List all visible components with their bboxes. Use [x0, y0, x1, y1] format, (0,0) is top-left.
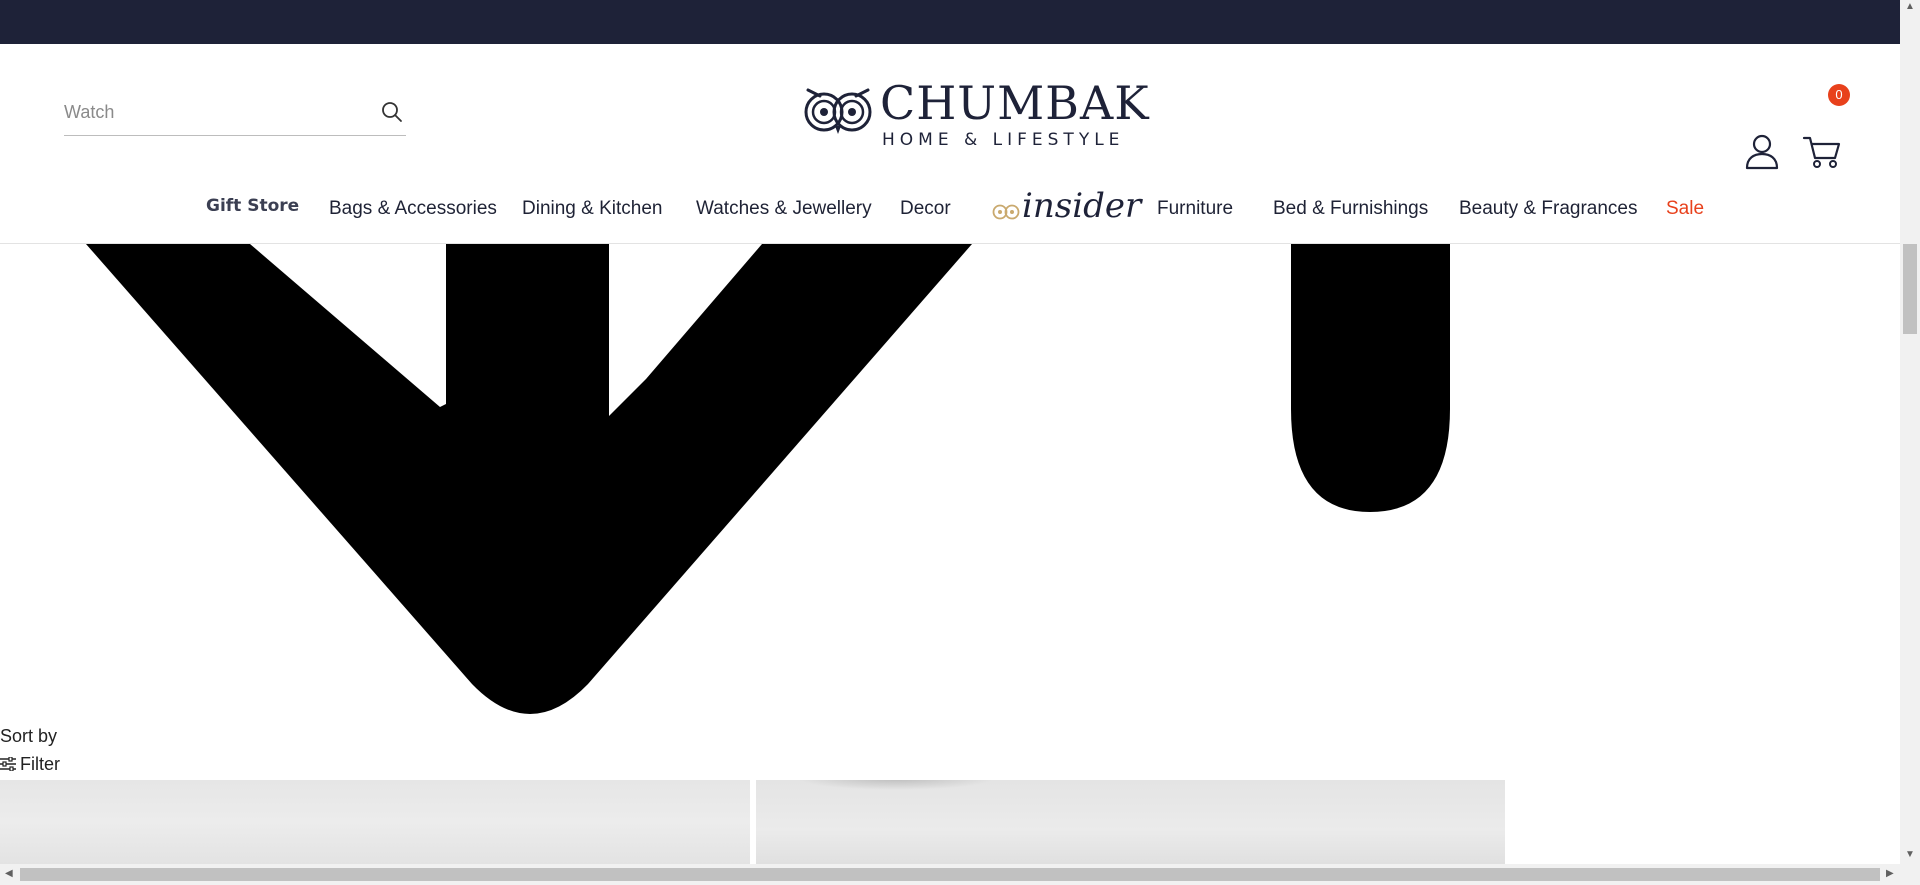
sort-by-button[interactable]: Sort by	[0, 726, 57, 747]
hero-banner	[0, 244, 1900, 714]
filter-button[interactable]: Filter	[0, 754, 60, 775]
main-navigation: Gift Store Bags & Accessories Dining & K…	[0, 180, 1900, 240]
nav-item-gift-store[interactable]: Gift Store	[206, 196, 299, 216]
logo-name: CHUMBAK	[880, 76, 1150, 130]
filter-label: Filter	[20, 754, 60, 774]
top-announcement-bar	[0, 0, 1900, 44]
owl-insider-icon	[992, 204, 1020, 220]
nav-item-watches-jewellery[interactable]: Watches & Jewellery	[696, 198, 872, 220]
scroll-down-icon[interactable]: ▼	[1905, 850, 1915, 860]
cart-count-badge: 0	[1828, 84, 1850, 106]
nav-item-furniture[interactable]: Furniture	[1157, 198, 1233, 220]
product-card[interactable]	[0, 780, 750, 864]
account-icon[interactable]	[1744, 132, 1780, 170]
horizontal-scrollbar[interactable]: ◀ ▶	[0, 864, 1920, 885]
cart-icon[interactable]	[1802, 132, 1842, 170]
site-logo[interactable]: CHUMBAK HOME & LIFESTYLE	[802, 74, 1149, 154]
filter-icon	[0, 757, 16, 771]
nav-item-dining-kitchen[interactable]: Dining & Kitchen	[522, 198, 662, 220]
horizontal-scrollbar-thumb[interactable]	[20, 868, 1880, 881]
vertical-scrollbar-thumb[interactable]	[1903, 244, 1917, 334]
nav-item-sale[interactable]: Sale	[1666, 198, 1704, 220]
scroll-left-icon[interactable]: ◀	[5, 869, 13, 879]
insider-label: insider	[1022, 186, 1142, 226]
nav-item-decor[interactable]: Decor	[900, 198, 951, 220]
search-icon[interactable]	[378, 98, 406, 126]
owl-logo-icon	[804, 88, 872, 134]
product-image-shadow	[796, 780, 996, 790]
product-card[interactable]	[756, 780, 1505, 864]
nav-item-insider[interactable]: insider	[990, 180, 1141, 230]
nav-item-bed-furnishings[interactable]: Bed & Furnishings	[1273, 198, 1428, 220]
scroll-right-icon[interactable]: ▶	[1886, 869, 1894, 879]
scroll-up-icon[interactable]: ▲	[1905, 2, 1915, 12]
nav-item-beauty-fragrances[interactable]: Beauty & Fragrances	[1459, 198, 1637, 220]
search-bar	[64, 88, 406, 136]
hero-graphic	[86, 244, 1450, 714]
nav-item-bags-accessories[interactable]: Bags & Accessories	[329, 198, 497, 220]
logo-tagline: HOME & LIFESTYLE	[882, 130, 1125, 150]
vertical-scrollbar[interactable]: ▲ ▼	[1900, 0, 1920, 864]
search-input[interactable]	[64, 96, 364, 128]
